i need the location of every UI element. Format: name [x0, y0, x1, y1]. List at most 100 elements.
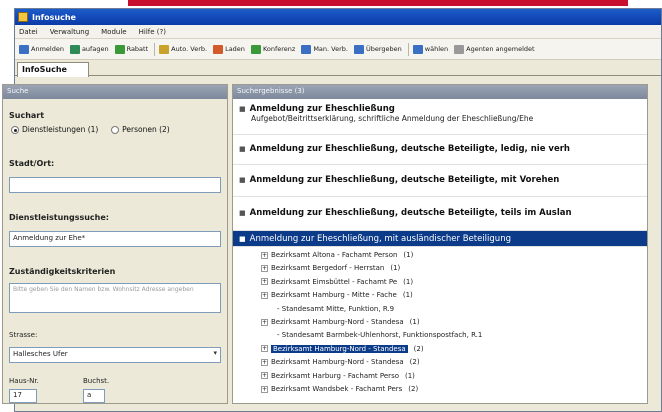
tree-item[interactable]: + Bezirksamt Eimsbüttel - Fachamt Pe (1)	[261, 278, 413, 286]
result-item[interactable]: ■ Anmeldung zur Eheschließung, deutsche B…	[233, 165, 647, 197]
radio-persons[interactable]	[111, 126, 120, 134]
tree-item[interactable]: + Bezirksamt Bergedorf - Herrstan (1)	[261, 264, 400, 272]
toolbar-button[interactable]: Rabatt	[114, 44, 149, 54]
tree-item[interactable]: + Bezirksamt Hamburg-Nord - Standesa (2)	[261, 344, 424, 353]
tab-infosuche[interactable]: InfoSuche	[17, 62, 89, 77]
menu-module[interactable]: Module	[101, 28, 126, 36]
expand-icon[interactable]: +	[261, 345, 268, 353]
toolbar-button[interactable]: Konferenz	[250, 44, 296, 54]
tree-item-label: Standesamt Mitte, Funktion, R.9	[281, 304, 395, 313]
radio-services[interactable]	[11, 126, 19, 134]
criteria-label: Zuständigkeitskriterien	[9, 267, 116, 276]
tree-item[interactable]: + Bezirksamt Wandsbek - Fachamt Pers (2)	[261, 385, 418, 393]
tree-item-label: Bezirksamt Wandsbek - Fachamt Pers	[271, 385, 403, 393]
toolbar-button[interactable]: Anmelden	[19, 44, 64, 54]
bullet-icon: ■	[239, 145, 246, 153]
tree-item[interactable]: + Bezirksamt Hamburg-Nord - Standesa (1)	[261, 318, 420, 326]
bullet-icon: ■	[239, 235, 246, 243]
tree-item[interactable]: + Bezirksamt Harburg - Fachamt Perso (1)	[261, 372, 415, 380]
letter-field[interactable]: a	[83, 389, 105, 403]
bullet-icon: ■	[239, 176, 246, 184]
tree-item-label: Bezirksamt Eimsbüttel - Fachamt Pe	[271, 277, 398, 286]
result-title: Anmeldung zur Eheschließung, deutsche Be…	[249, 175, 560, 185]
toolbar-button-label: Auto. Verb.	[171, 45, 208, 53]
agent-icon	[454, 44, 465, 54]
toolbar-button-label: Rabatt	[126, 45, 149, 53]
toolbar-separator	[407, 42, 409, 56]
chevron-down-icon[interactable]: ▾	[213, 349, 217, 357]
tree-item[interactable]: + Bezirksamt Altona - Fachamt Person (1)	[261, 251, 413, 259]
menu-hilfe[interactable]: Hilfe (?)	[139, 28, 166, 36]
toolbar-button-label: Konferenz	[262, 45, 296, 53]
tree-item-label: Bezirksamt Hamburg-Nord - Standesa	[271, 344, 408, 353]
toolbar-button[interactable]: aufagen	[69, 44, 109, 54]
toolbar-button-label: Anmelden	[31, 45, 64, 53]
clipboard-icon	[69, 44, 80, 54]
toolbar-button[interactable]: Laden	[213, 44, 245, 54]
login-icon	[19, 44, 29, 54]
expand-icon[interactable]: +	[261, 372, 268, 380]
folder-icon	[213, 44, 224, 54]
expand-icon[interactable]: +	[261, 385, 268, 393]
radio-services-label: Dienstleistungen (1)	[22, 125, 99, 134]
tree-item-count: (2)	[408, 385, 419, 393]
transfer-icon	[353, 44, 364, 54]
street-label: Strasse:	[9, 331, 38, 339]
city-label: Stadt/Ort:	[9, 159, 55, 168]
expand-icon[interactable]: +	[261, 358, 268, 366]
title-bar: Infosuche	[15, 9, 661, 25]
result-title: Anmeldung zur Eheschließung	[249, 104, 395, 114]
street-select[interactable]: Hallesches Ufer ▾	[9, 347, 221, 363]
expand-icon[interactable]: +	[261, 291, 268, 299]
menu-verwaltung[interactable]: Verwaltung	[50, 28, 89, 36]
criteria-field[interactable]: Bitte geben Sie den Namen bzw. Wohnsitz …	[9, 283, 221, 313]
toolbar-button-label: Übergeben	[365, 45, 402, 53]
toolbar-button-label: Man. Verb.	[313, 45, 348, 53]
result-title: Anmeldung zur Eheschließung, deutsche Be…	[249, 144, 570, 154]
tree-item-label: Bezirksamt Altona - Fachamt Person	[271, 251, 398, 259]
toolbar-button[interactable]: Agenten angemeldet	[454, 44, 535, 54]
tree-child-item[interactable]: - Standesamt Mitte, Funktion, R.9	[277, 305, 394, 313]
house-number-label: Haus-Nr.	[9, 377, 39, 385]
toolbar-button[interactable]: Auto. Verb.	[159, 44, 208, 54]
search-type-group: Dienstleistungen (1) Personen (2)	[11, 125, 170, 134]
tree-item-label: Bezirksamt Hamburg-Nord - Standesa	[271, 358, 404, 367]
search-panel-header: Suche	[3, 85, 227, 99]
toolbar-button[interactable]: Übergeben	[353, 44, 402, 54]
app-icon	[18, 12, 28, 22]
network-icon	[250, 44, 261, 54]
tree-item[interactable]: + Bezirksamt Hamburg - Mitte - Fache (1)	[261, 291, 413, 299]
expand-icon[interactable]: +	[261, 264, 268, 272]
expand-icon[interactable]: +	[261, 318, 268, 326]
tree-item-label: Bezirksamt Hamburg - Mitte - Fache	[271, 291, 397, 300]
tree-item-count: (2)	[409, 358, 420, 367]
service-search-field[interactable]: Anmeldung zur Ehe*	[9, 231, 221, 247]
menu-datei[interactable]: Datei	[19, 28, 38, 36]
tree-item-label: Bezirksamt Harburg - Fachamt Perso	[271, 371, 399, 380]
toolbar: Anmelden aufagen Rabatt Auto. Verb. Laden Kon…	[15, 39, 661, 60]
radio-persons-label: Personen (2)	[122, 125, 170, 134]
tree-child-item[interactable]: - Standesamt Barmbek-Uhlenhorst, Funktio…	[277, 331, 482, 339]
result-item[interactable]: ■ Anmeldung zur Eheschließung, deutsche B…	[233, 135, 647, 165]
expand-icon[interactable]: +	[261, 278, 268, 286]
person-icon	[114, 44, 125, 54]
toolbar-button-label: wählen	[424, 45, 449, 53]
result-subtitle: Aufgebot/Beitrittserklärung, schriftlich…	[251, 114, 534, 123]
tree-item-label: Standesamt Barmbek-Uhlenhorst, Funktions…	[281, 331, 483, 340]
toolbar-button[interactable]: Man. Verb.	[301, 44, 348, 54]
result-item-selected[interactable]: ■ Anmeldung zur Eheschließung, mit auslän…	[233, 231, 647, 247]
house-number-field[interactable]: 17	[9, 389, 37, 403]
tab-strip: InfoSuche	[15, 60, 661, 77]
bullet-icon: ■	[239, 105, 246, 113]
toolbar-separator	[154, 42, 156, 56]
toolbar-button[interactable]: wählen	[412, 44, 449, 54]
result-item[interactable]: ■ Anmeldung zur Eheschließung Aufgebot/Be…	[233, 101, 647, 135]
letter-label: Buchst.	[83, 377, 110, 385]
expand-icon[interactable]: +	[261, 251, 268, 259]
brand-accent-bar	[128, 0, 628, 6]
tree-item[interactable]: + Bezirksamt Hamburg-Nord - Standesa (2)	[261, 358, 420, 366]
result-item[interactable]: ■ Anmeldung zur Eheschließung, deutsche B…	[233, 197, 647, 231]
toolbar-button-label: Agenten angemeldet	[466, 45, 535, 53]
tree-item-count: (1)	[402, 291, 413, 300]
city-field[interactable]	[9, 177, 221, 193]
